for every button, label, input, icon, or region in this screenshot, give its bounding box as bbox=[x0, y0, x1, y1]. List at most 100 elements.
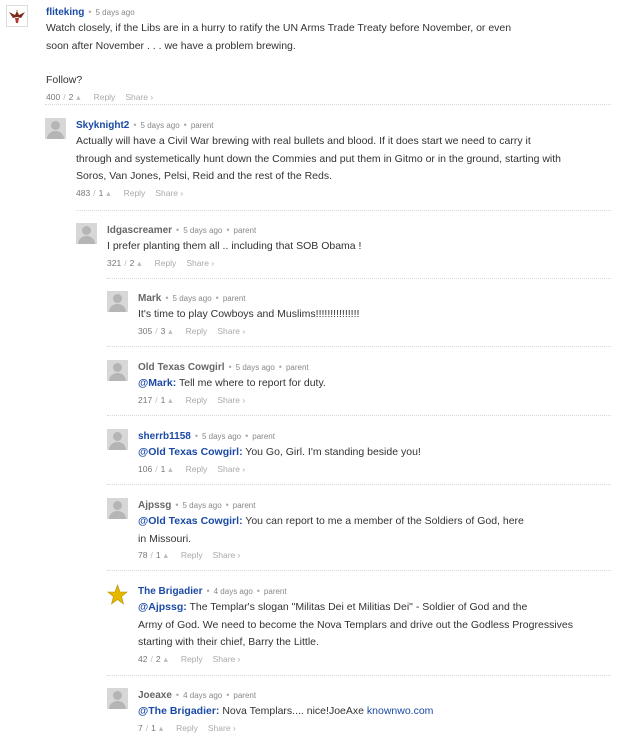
like-icon[interactable]: ▴ bbox=[168, 326, 172, 336]
vote-count: 78 bbox=[138, 550, 148, 560]
reply-button[interactable]: Reply bbox=[155, 258, 177, 268]
like-icon[interactable]: ▴ bbox=[137, 258, 141, 268]
like-count[interactable]: 1 bbox=[161, 395, 166, 405]
avatar[interactable] bbox=[76, 223, 97, 244]
vote-count: 400 bbox=[46, 91, 61, 102]
parent-link[interactable]: parent bbox=[191, 121, 214, 130]
parent-link[interactable]: parent bbox=[233, 691, 256, 700]
comment-text: I prefer planting them all .. including … bbox=[107, 238, 616, 256]
like-count[interactable]: 2 bbox=[130, 258, 135, 268]
comment-author[interactable]: Idgascreamer bbox=[107, 225, 172, 236]
comment-text: @Old Texas Cowgirl: You Go, Girl. I'm st… bbox=[138, 444, 612, 462]
share-button[interactable]: Share › bbox=[208, 723, 236, 733]
comment-author[interactable]: Ajpssg bbox=[138, 500, 171, 511]
like-icon[interactable]: ▴ bbox=[159, 723, 163, 733]
comment-author[interactable]: Old Texas Cowgirl bbox=[138, 362, 225, 373]
like-count[interactable]: 1 bbox=[161, 464, 166, 474]
separator-dot: • bbox=[175, 690, 180, 700]
mention-link[interactable]: @Mark: bbox=[138, 377, 176, 389]
vote-count: 217 bbox=[138, 394, 153, 405]
share-button[interactable]: Share › bbox=[217, 326, 245, 336]
comment-time[interactable]: 5 days ago bbox=[173, 294, 212, 303]
reply-button[interactable]: Reply bbox=[94, 92, 116, 102]
avatar[interactable] bbox=[107, 429, 128, 450]
like-count[interactable]: 1 bbox=[99, 188, 104, 198]
like-icon[interactable]: ▴ bbox=[76, 92, 80, 102]
separator-dot: • bbox=[133, 120, 137, 130]
mention-link[interactable]: @The Brigadier: bbox=[138, 705, 219, 717]
comment-author[interactable]: sherrb1158 bbox=[138, 431, 191, 442]
reply-button[interactable]: Reply bbox=[186, 395, 208, 405]
like-icon[interactable]: ▴ bbox=[164, 550, 168, 560]
comment-author[interactable]: Skyknight2 bbox=[76, 120, 129, 131]
like-count[interactable]: 3 bbox=[161, 326, 166, 336]
reply-button[interactable]: Reply bbox=[186, 464, 208, 474]
parent-link[interactable]: parent bbox=[234, 226, 257, 235]
reply-button[interactable]: Reply bbox=[176, 723, 198, 733]
comment-time[interactable]: 4 days ago bbox=[214, 587, 253, 596]
avatar[interactable] bbox=[107, 688, 128, 709]
comment-time[interactable]: 5 days ago bbox=[183, 226, 222, 235]
share-button[interactable]: Share › bbox=[125, 92, 153, 102]
separator: / bbox=[124, 257, 127, 268]
mention-link[interactable]: @Old Texas Cowgirl: bbox=[138, 446, 243, 458]
reply-button[interactable]: Reply bbox=[181, 654, 203, 664]
separator-dot: • bbox=[226, 690, 230, 700]
reply-button[interactable]: Reply bbox=[181, 550, 203, 560]
avatar[interactable] bbox=[6, 5, 28, 27]
vote-count: 106 bbox=[138, 463, 153, 474]
separator-dot: • bbox=[226, 225, 230, 235]
avatar[interactable] bbox=[45, 118, 66, 139]
parent-link[interactable]: parent bbox=[223, 294, 246, 303]
comment-line: I prefer planting them all .. including … bbox=[107, 240, 362, 252]
comment-time[interactable]: 5 days ago bbox=[141, 121, 180, 130]
comment-line: Follow? bbox=[46, 74, 83, 86]
parent-link[interactable]: parent bbox=[252, 432, 275, 441]
share-button[interactable]: Share › bbox=[186, 258, 214, 268]
comment-line: in Missouri. bbox=[138, 532, 192, 545]
share-button[interactable]: Share › bbox=[213, 654, 241, 664]
like-count[interactable]: 2 bbox=[156, 654, 161, 664]
comment-author[interactable]: Mark bbox=[138, 293, 161, 304]
mention-link[interactable]: @Old Texas Cowgirl: bbox=[138, 515, 243, 527]
like-icon[interactable]: ▴ bbox=[168, 464, 172, 474]
like-icon[interactable]: ▴ bbox=[164, 654, 168, 664]
parent-link[interactable]: parent bbox=[233, 501, 256, 510]
comment-author[interactable]: fliteking bbox=[46, 7, 84, 18]
like-count[interactable]: 1 bbox=[156, 550, 161, 560]
vote-count: 7 bbox=[138, 722, 143, 733]
comment-time[interactable]: 5 days ago bbox=[96, 8, 135, 17]
share-button[interactable]: Share › bbox=[217, 395, 245, 405]
avatar[interactable] bbox=[107, 584, 128, 605]
like-icon[interactable]: ▴ bbox=[168, 395, 172, 405]
separator-dot: • bbox=[194, 431, 198, 441]
separator-dot: • bbox=[225, 500, 229, 510]
share-button[interactable]: Share › bbox=[155, 188, 183, 198]
separator-dot: • bbox=[215, 293, 219, 303]
parent-link[interactable]: parent bbox=[286, 363, 309, 372]
avatar[interactable] bbox=[107, 360, 128, 381]
parent-link[interactable]: parent bbox=[264, 587, 287, 596]
like-count[interactable]: 2 bbox=[69, 92, 74, 102]
share-button[interactable]: Share › bbox=[217, 464, 245, 474]
comment-line: Watch closely, if the Libs are in a hurr… bbox=[46, 22, 512, 34]
comment-time[interactable]: 5 days ago bbox=[236, 363, 275, 372]
comment-text: @The Brigadier: Nova Templars.... nice!J… bbox=[138, 703, 612, 721]
avatar[interactable] bbox=[107, 291, 128, 312]
comment-line: Army of God. We need to become the Nova … bbox=[138, 618, 573, 631]
external-link[interactable]: knownwo.com bbox=[367, 705, 434, 717]
comment-author[interactable]: The Brigadier bbox=[138, 586, 202, 597]
avatar[interactable] bbox=[107, 498, 128, 519]
mention-link[interactable]: @Ajpssg: bbox=[138, 601, 187, 613]
comment-time[interactable]: 4 days ago bbox=[183, 691, 222, 700]
like-icon[interactable]: ▴ bbox=[106, 188, 110, 198]
like-count[interactable]: 1 bbox=[151, 723, 156, 733]
comment-time[interactable]: 5 days ago bbox=[183, 501, 222, 510]
comment-line: through and systemetically hunt down the… bbox=[76, 152, 561, 165]
vote-count: 321 bbox=[107, 257, 122, 268]
share-button[interactable]: Share › bbox=[213, 550, 241, 560]
reply-button[interactable]: Reply bbox=[186, 326, 208, 336]
comment-author[interactable]: Joeaxe bbox=[138, 690, 172, 701]
reply-button[interactable]: Reply bbox=[124, 188, 146, 198]
comment-time[interactable]: 5 days ago bbox=[202, 432, 241, 441]
